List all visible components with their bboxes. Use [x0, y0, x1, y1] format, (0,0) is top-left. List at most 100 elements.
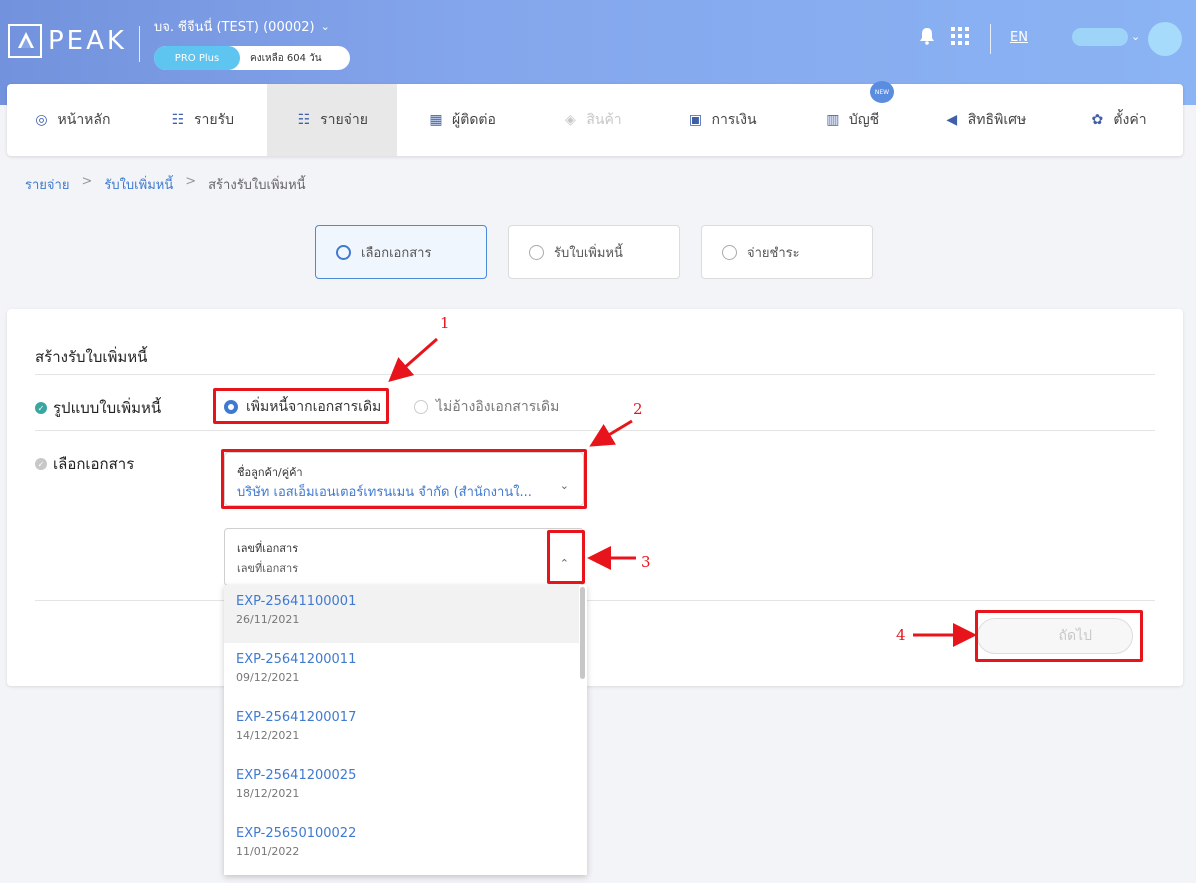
- gear-icon: ✿: [1091, 112, 1104, 128]
- check-circle-icon: ✓: [35, 458, 47, 470]
- docno-placeholder: เลขที่เอกสาร: [237, 562, 299, 575]
- megaphone-icon: ◀: [946, 112, 958, 128]
- docno-select[interactable]: เลขที่เอกสาร เลขที่เอกสาร ⌃: [224, 528, 584, 586]
- nav-item-expense[interactable]: ☷ รายจ่าย: [267, 84, 397, 156]
- breadcrumb-sep: >: [185, 174, 197, 189]
- chevron-down-icon[interactable]: ⌄: [1131, 30, 1140, 43]
- nav-item-home[interactable]: ◎ หน้าหลัก: [7, 84, 137, 156]
- nav-item-privileges[interactable]: ◀ สิทธิพิเศษ: [917, 84, 1053, 156]
- bell-icon[interactable]: [918, 27, 936, 45]
- avatar[interactable]: [1148, 22, 1182, 56]
- header-divider: [990, 24, 991, 54]
- nav-label: บัญชี: [848, 112, 880, 128]
- contacts-icon: ▦: [429, 112, 443, 128]
- nav-item-income[interactable]: ☷ รายรับ: [137, 84, 267, 156]
- radio-unselected-icon: [414, 400, 428, 414]
- nav-item-contacts[interactable]: ▦ ผู้ติดต่อ: [397, 84, 527, 156]
- annotation-number-2: 2: [633, 400, 643, 418]
- annotation-box-3: [547, 530, 585, 584]
- nav-item-products[interactable]: ◈ สินค้า: [527, 84, 657, 156]
- form-title: สร้างรับใบเพิ่มหนี้: [35, 348, 148, 366]
- breadcrumb: รายจ่าย > รับใบเพิ่มหนี้ > สร้างรับใบเพิ…: [25, 174, 306, 195]
- radio-label: ไม่อ้างอิงเอกสารเดิม: [436, 399, 560, 415]
- doc-date: 26/11/2021: [236, 613, 300, 626]
- doc-date: 14/12/2021: [236, 729, 300, 742]
- type-label-text: รูปแบบใบเพิ่มหนี้: [53, 399, 162, 417]
- divider: [35, 374, 1155, 375]
- plan-badge: PRO Plus คงเหลือ 604 วัน: [154, 46, 350, 70]
- logo-mark-icon: [8, 24, 42, 58]
- new-badge: NEW: [870, 81, 894, 103]
- step-circle-icon: [336, 244, 351, 260]
- step-receive-debit-note[interactable]: รับใบเพิ่มหนี้: [508, 225, 680, 279]
- nav-label: สิทธิพิเศษ: [967, 112, 1027, 128]
- list-icon: ☷: [171, 112, 185, 128]
- user-name-redacted[interactable]: [1072, 28, 1128, 46]
- radio-no-reference[interactable]: ไม่อ้างอิงเอกสารเดิม: [414, 396, 559, 418]
- nav-label: หน้าหลัก: [57, 112, 111, 128]
- company-selector[interactable]: บจ. ซีจีนนี่ (TEST) (00002) ⌄: [154, 16, 330, 37]
- divider: [35, 430, 1155, 431]
- list-item[interactable]: EXP-25641100001 26/11/2021: [224, 585, 579, 643]
- annotation-box-1: [213, 388, 389, 424]
- nav-item-finance[interactable]: ▣ การเงิน: [657, 84, 787, 156]
- step-label: จ่ายชำระ: [747, 245, 800, 261]
- doc-number: EXP-25650100022: [236, 826, 357, 841]
- nav-label: สินค้า: [586, 112, 622, 128]
- doc-number: EXP-25641200025: [236, 768, 357, 783]
- step-label: เลือกเอกสาร: [361, 245, 432, 261]
- divider: [35, 600, 1155, 601]
- check-circle-icon: ✓: [35, 402, 47, 414]
- peak-logo[interactable]: PEAK: [8, 24, 127, 58]
- doc-date: 09/12/2021: [236, 671, 300, 684]
- type-label: ✓ รูปแบบใบเพิ่มหนี้: [35, 396, 161, 420]
- step-circle-icon: [529, 244, 544, 260]
- nav-label: ตั้งค่า: [1113, 112, 1147, 128]
- box-icon: ◈: [564, 112, 576, 128]
- nav-label: รายรับ: [194, 112, 234, 128]
- annotation-box-2: [221, 449, 587, 509]
- nav-label: รายจ่าย: [320, 112, 368, 128]
- breadcrumb-sep: >: [81, 174, 93, 189]
- nav-item-accounting[interactable]: ▥ บัญชี NEW: [787, 81, 917, 156]
- doc-number: EXP-25641100001: [236, 594, 357, 609]
- docno-select-label: เลขที่เอกสาร: [237, 542, 299, 555]
- apps-grid-icon[interactable]: [951, 27, 969, 45]
- step-circle-icon: [722, 244, 737, 260]
- header-divider: [139, 26, 140, 62]
- language-switch[interactable]: EN: [1010, 30, 1028, 45]
- days-remaining: คงเหลือ 604 วัน: [250, 52, 322, 64]
- dashboard-icon: ◎: [35, 112, 48, 128]
- breadcrumb-current: สร้างรับใบเพิ่มหนี้: [208, 178, 306, 193]
- list-item[interactable]: EXP-25641200025 18/12/2021: [224, 759, 579, 817]
- logo-text: PEAK: [48, 26, 127, 56]
- annotation-number-3: 3: [641, 553, 651, 571]
- nav-label: ผู้ติดต่อ: [452, 112, 496, 128]
- breadcrumb-debit-notes[interactable]: รับใบเพิ่มหนี้: [104, 174, 173, 195]
- annotation-box-4: [975, 610, 1143, 662]
- annotation-number-4: 4: [896, 626, 906, 644]
- step-payment[interactable]: จ่ายชำระ: [701, 225, 873, 279]
- breadcrumb-expense[interactable]: รายจ่าย: [25, 174, 69, 195]
- money-icon: ▣: [688, 112, 703, 128]
- doc-label: ✓ เลือกเอกสาร: [35, 452, 134, 476]
- book-icon: ▥: [826, 112, 840, 128]
- annotation-number-1: 1: [440, 314, 450, 332]
- list-item[interactable]: EXP-25650100022 11/01/2022: [224, 817, 579, 875]
- nav-item-settings[interactable]: ✿ ตั้งค่า: [1053, 84, 1183, 156]
- nav-label: การเงิน: [711, 112, 757, 128]
- step-label: รับใบเพิ่มหนี้: [554, 245, 623, 261]
- plan-name: PRO Plus: [154, 46, 240, 70]
- doc-label-text: เลือกเอกสาร: [53, 455, 135, 473]
- chevron-down-icon: ⌄: [320, 20, 330, 33]
- list-icon: ☷: [297, 112, 311, 128]
- dropdown-scrollbar[interactable]: [580, 587, 585, 679]
- list-item[interactable]: EXP-25641200011 09/12/2021: [224, 643, 579, 701]
- list-item[interactable]: EXP-25641200017 14/12/2021: [224, 701, 579, 759]
- doc-number: EXP-25641200011: [236, 652, 357, 667]
- company-name: บจ. ซีจีนนี่ (TEST) (00002): [154, 20, 315, 35]
- docno-dropdown: EXP-25641100001 26/11/2021 EXP-256412000…: [224, 585, 587, 875]
- step-select-document[interactable]: เลือกเอกสาร: [315, 225, 487, 279]
- doc-number: EXP-25641200017: [236, 710, 357, 725]
- doc-date: 18/12/2021: [236, 787, 300, 800]
